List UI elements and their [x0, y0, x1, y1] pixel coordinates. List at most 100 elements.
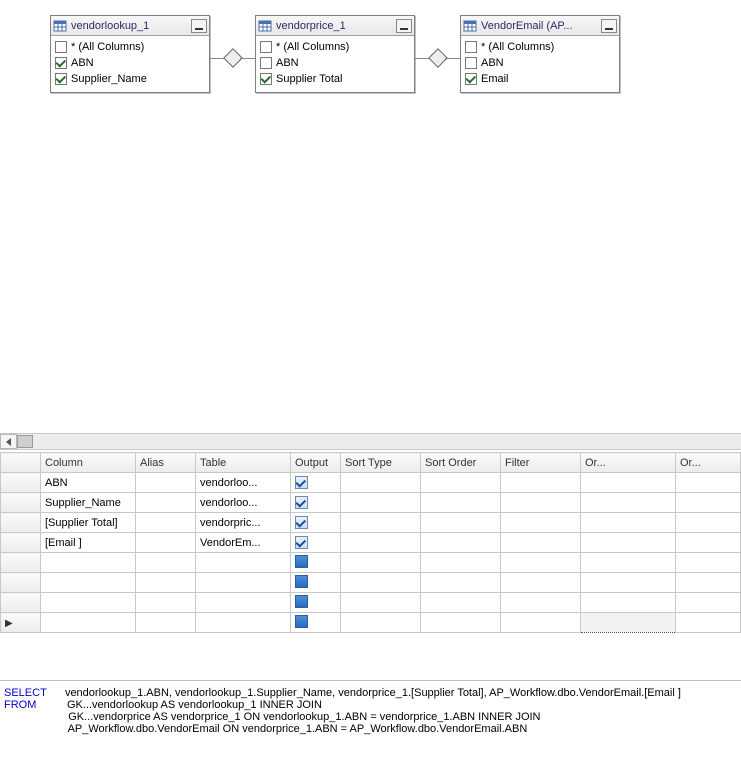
- cell-filter[interactable]: [501, 553, 581, 573]
- cell-sortorder[interactable]: [421, 493, 501, 513]
- cell-column[interactable]: ABN: [41, 473, 136, 493]
- cell-or2[interactable]: [676, 493, 741, 513]
- grid-row[interactable]: [Email ]VendorEm...: [1, 533, 741, 553]
- cell-sortorder[interactable]: [421, 533, 501, 553]
- row-header[interactable]: [1, 533, 41, 553]
- column-checkbox[interactable]: [260, 57, 272, 69]
- cell-column[interactable]: [41, 593, 136, 613]
- scroll-thumb[interactable]: [17, 435, 33, 448]
- cell-table[interactable]: [196, 613, 291, 633]
- cell-or1[interactable]: [581, 513, 676, 533]
- column-checkbox[interactable]: [55, 73, 67, 85]
- column-checkbox[interactable]: [465, 73, 477, 85]
- cell-alias[interactable]: [136, 513, 196, 533]
- row-header[interactable]: ▶: [1, 613, 41, 633]
- cell-alias[interactable]: [136, 553, 196, 573]
- column-row[interactable]: ABN: [463, 55, 617, 71]
- cell-output[interactable]: [291, 513, 341, 533]
- cell-or2[interactable]: [676, 553, 741, 573]
- column-row[interactable]: Email: [463, 71, 617, 87]
- column-checkbox[interactable]: [260, 73, 272, 85]
- grid-row[interactable]: [Supplier Total] vendorpric...: [1, 513, 741, 533]
- cell-or1[interactable]: [581, 473, 676, 493]
- cell-sortorder[interactable]: [421, 593, 501, 613]
- table-box-t3[interactable]: VendorEmail (AP... * (All Columns)ABNEmai…: [460, 15, 620, 93]
- row-header[interactable]: [1, 553, 41, 573]
- column-checkbox[interactable]: [55, 57, 67, 69]
- row-header[interactable]: [1, 573, 41, 593]
- cell-table[interactable]: vendorloo...: [196, 473, 291, 493]
- minimize-button[interactable]: [601, 19, 617, 33]
- col-header-column[interactable]: Column: [41, 453, 136, 473]
- cell-alias[interactable]: [136, 593, 196, 613]
- col-header-or1[interactable]: Or...: [581, 453, 676, 473]
- col-header-or2[interactable]: Or...: [676, 453, 741, 473]
- row-header[interactable]: [1, 493, 41, 513]
- column-row[interactable]: * (All Columns): [463, 39, 617, 55]
- diagram-pane[interactable]: vendorlookup_1* (All Columns)ABNSupplier…: [0, 0, 741, 433]
- table-titlebar[interactable]: vendorprice_1: [256, 16, 414, 36]
- row-header[interactable]: [1, 473, 41, 493]
- cell-alias[interactable]: [136, 533, 196, 553]
- cell-sorttype[interactable]: [341, 613, 421, 633]
- cell-or2[interactable]: [676, 573, 741, 593]
- cell-table[interactable]: [196, 573, 291, 593]
- cell-or1[interactable]: [581, 493, 676, 513]
- grid-row[interactable]: [1, 573, 741, 593]
- column-checkbox[interactable]: [465, 41, 477, 53]
- grid-row[interactable]: ▶: [1, 613, 741, 633]
- col-header-table[interactable]: Table: [196, 453, 291, 473]
- output-checkbox[interactable]: [295, 595, 308, 608]
- cell-sorttype[interactable]: [341, 513, 421, 533]
- cell-table[interactable]: vendorpric...: [196, 513, 291, 533]
- cell-or2[interactable]: [676, 593, 741, 613]
- cell-sortorder[interactable]: [421, 513, 501, 533]
- output-checkbox[interactable]: [295, 575, 308, 588]
- output-checkbox[interactable]: [295, 555, 308, 568]
- output-checkbox[interactable]: [295, 536, 308, 549]
- cell-sorttype[interactable]: [341, 533, 421, 553]
- cell-output[interactable]: [291, 473, 341, 493]
- col-header-alias[interactable]: Alias: [136, 453, 196, 473]
- cell-or1[interactable]: [581, 533, 676, 553]
- sql-pane[interactable]: SELECT vendorlookup_1.ABN, vendorlookup_…: [0, 680, 741, 770]
- cell-or2[interactable]: [676, 473, 741, 493]
- row-header[interactable]: [1, 593, 41, 613]
- cell-column[interactable]: [41, 613, 136, 633]
- cell-column[interactable]: [Supplier Total]: [41, 513, 136, 533]
- column-row[interactable]: Supplier Total: [258, 71, 412, 87]
- cell-filter[interactable]: [501, 593, 581, 613]
- column-row[interactable]: * (All Columns): [258, 39, 412, 55]
- column-checkbox[interactable]: [260, 41, 272, 53]
- column-row[interactable]: * (All Columns): [53, 39, 207, 55]
- cell-table[interactable]: [196, 593, 291, 613]
- cell-output[interactable]: [291, 533, 341, 553]
- output-checkbox[interactable]: [295, 516, 308, 529]
- cell-output[interactable]: [291, 593, 341, 613]
- cell-or1[interactable]: [581, 553, 676, 573]
- col-header-output[interactable]: Output: [291, 453, 341, 473]
- cell-sorttype[interactable]: [341, 473, 421, 493]
- cell-filter[interactable]: [501, 613, 581, 633]
- column-row[interactable]: ABN: [258, 55, 412, 71]
- cell-table[interactable]: vendorloo...: [196, 493, 291, 513]
- cell-output[interactable]: [291, 613, 341, 633]
- table-titlebar[interactable]: VendorEmail (AP...: [461, 16, 619, 36]
- cell-filter[interactable]: [501, 493, 581, 513]
- row-header[interactable]: [1, 513, 41, 533]
- cell-sorttype[interactable]: [341, 593, 421, 613]
- cell-sortorder[interactable]: [421, 553, 501, 573]
- cell-alias[interactable]: [136, 613, 196, 633]
- cell-column[interactable]: [41, 553, 136, 573]
- cell-filter[interactable]: [501, 573, 581, 593]
- table-box-t1[interactable]: vendorlookup_1* (All Columns)ABNSupplier…: [50, 15, 210, 93]
- column-row[interactable]: Supplier_Name: [53, 71, 207, 87]
- cell-output[interactable]: [291, 573, 341, 593]
- column-checkbox[interactable]: [55, 41, 67, 53]
- scroll-left-button[interactable]: [0, 434, 17, 449]
- cell-filter[interactable]: [501, 513, 581, 533]
- cell-filter[interactable]: [501, 533, 581, 553]
- cell-or1[interactable]: [581, 613, 676, 633]
- cell-sortorder[interactable]: [421, 613, 501, 633]
- output-checkbox[interactable]: [295, 476, 308, 489]
